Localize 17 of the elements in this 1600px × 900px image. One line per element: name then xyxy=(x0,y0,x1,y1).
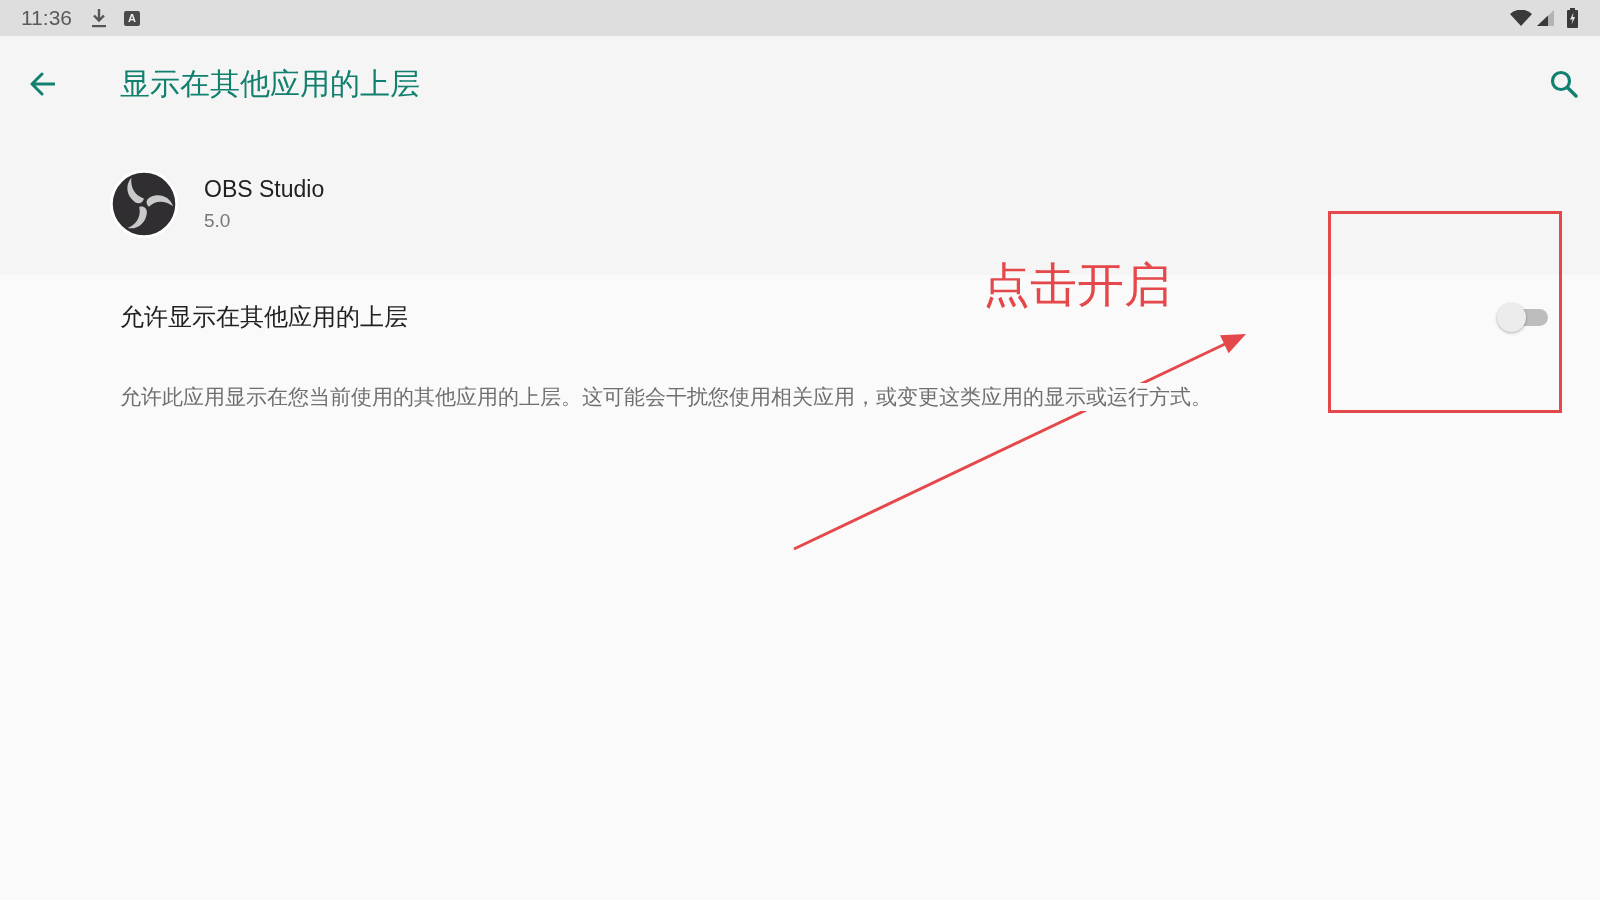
annotation-label: 点击开启 xyxy=(983,257,1171,313)
app-version: 5.0 xyxy=(204,208,232,233)
input-method-indicator: A xyxy=(124,10,140,26)
wifi-icon xyxy=(1510,10,1532,26)
toggle-switch[interactable] xyxy=(1497,302,1548,332)
setting-title: 允许显示在其他应用的上层 xyxy=(120,302,408,332)
back-arrow-icon xyxy=(29,72,55,96)
back-button[interactable] xyxy=(29,72,55,96)
signal-icon xyxy=(1537,10,1554,26)
app-logo-icon xyxy=(110,169,178,238)
battery-charging-icon xyxy=(1567,8,1578,28)
screen-title: 显示在其他应用的上层 xyxy=(120,66,420,102)
app-name: OBS Studio xyxy=(204,174,325,204)
search-icon xyxy=(1550,70,1578,98)
search-button[interactable] xyxy=(1550,70,1578,98)
download-icon xyxy=(91,8,107,28)
status-time: 11:36 xyxy=(21,6,72,30)
